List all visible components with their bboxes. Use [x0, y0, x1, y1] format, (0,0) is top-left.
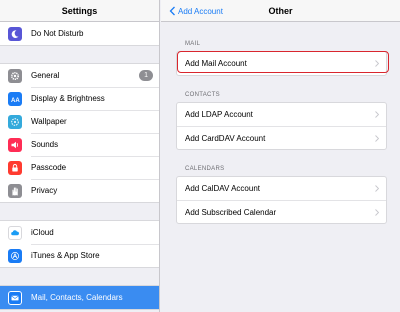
flower-icon	[8, 114, 22, 129]
lock-icon	[8, 160, 22, 175]
section-header-calendars: CALENDARS	[185, 166, 225, 172]
speaker-icon	[8, 137, 22, 152]
chevron-right-icon	[375, 185, 379, 192]
sidebar-item-label: Do Not Disturb	[31, 29, 84, 38]
row-label: Add CardDAV Account	[185, 133, 266, 143]
calendars-group: Add CalDAV Account Add Subscribed Calend…	[176, 176, 387, 224]
add-ldap-account-row[interactable]: Add LDAP Account	[177, 103, 386, 126]
chevron-right-icon	[375, 111, 379, 118]
sidebar-item-icloud[interactable]: iCloud	[0, 221, 159, 244]
sidebar-item-label: Mail, Contacts, Calendars	[31, 293, 123, 302]
cloud-icon	[8, 225, 22, 240]
settings-sidebar: Settings Do Not Disturb General 1 AA Dis…	[0, 0, 160, 312]
sidebar-title: Settings	[0, 0, 159, 22]
sidebar-group-dnd: Do Not Disturb	[0, 22, 159, 46]
sidebar-group-mail: Mail, Contacts, Calendars	[0, 285, 159, 310]
section-header-mail: MAIL	[185, 41, 201, 47]
sidebar-group-accounts: iCloud iTunes & App Store	[0, 220, 159, 268]
sidebar-item-wallpaper[interactable]: Wallpaper	[0, 110, 159, 133]
moon-icon	[8, 26, 22, 41]
sidebar-item-mail-contacts-calendars[interactable]: Mail, Contacts, Calendars	[0, 286, 159, 309]
add-carddav-account-row[interactable]: Add CardDAV Account	[177, 126, 386, 149]
app-store-icon	[8, 248, 22, 263]
row-label: Add Subscribed Calendar	[185, 207, 277, 217]
sidebar-item-passcode[interactable]: Passcode	[0, 156, 159, 179]
row-label: Add LDAP Account	[185, 110, 253, 119]
sidebar-item-label: Passcode	[31, 163, 67, 172]
gear-icon	[8, 68, 22, 83]
sidebar-item-label: Sounds	[31, 140, 59, 149]
notification-badge: 1	[139, 70, 153, 81]
sidebar-item-label: iCloud	[31, 228, 54, 237]
text-size-icon: AA	[8, 91, 22, 106]
sidebar-item-label: General	[31, 71, 60, 80]
sidebar-group-general: General 1 AA Display & Brightness Wallpa…	[0, 63, 159, 203]
add-subscribed-calendar-row[interactable]: Add Subscribed Calendar	[177, 200, 386, 223]
sidebar-item-general[interactable]: General 1	[0, 64, 159, 87]
sidebar-item-label: Privacy	[31, 186, 58, 195]
sidebar-item-label: Wallpaper	[31, 117, 67, 126]
sidebar-item-do-not-disturb[interactable]: Do Not Disturb	[0, 22, 159, 45]
hand-icon	[8, 183, 22, 198]
sidebar-item-sounds[interactable]: Sounds	[0, 133, 159, 156]
detail-pane: Add Account Other MAIL Add Mail Account …	[161, 0, 400, 312]
chevron-right-icon	[375, 135, 379, 142]
chevron-right-icon	[375, 209, 379, 216]
contacts-group: Add LDAP Account Add CardDAV Account	[176, 102, 387, 150]
page-title: Other	[268, 6, 293, 16]
sidebar-item-label: iTunes & App Store	[31, 251, 100, 260]
svg-text:AA: AA	[11, 98, 20, 104]
section-header-contacts: CONTACTS	[185, 92, 220, 98]
row-label: Add CalDAV Account	[185, 184, 261, 193]
highlight-outline	[177, 51, 389, 73]
sidebar-item-label: Display & Brightness	[31, 94, 105, 103]
navigation-bar: Add Account Other	[161, 0, 400, 22]
add-caldav-account-row[interactable]: Add CalDAV Account	[177, 177, 386, 200]
sidebar-item-privacy[interactable]: Privacy	[0, 179, 159, 202]
mail-icon	[8, 290, 22, 305]
sidebar-item-itunes-app-store[interactable]: iTunes & App Store	[0, 244, 159, 267]
sidebar-item-display-brightness[interactable]: AA Display & Brightness	[0, 87, 159, 110]
